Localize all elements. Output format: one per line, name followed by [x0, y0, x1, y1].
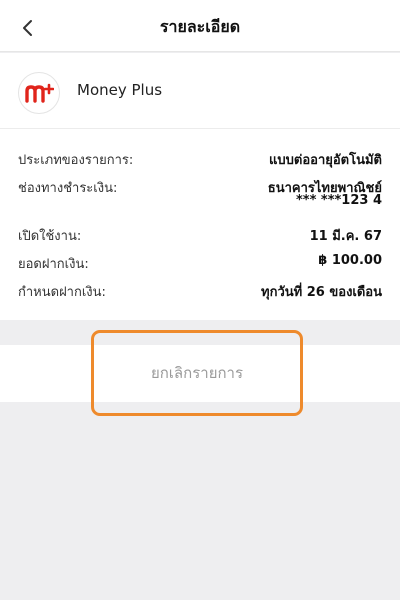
detail-card: Money Plus ประเภทของรายการ: แบบต่ออายุอั…	[0, 53, 400, 320]
type-value: แบบต่ออายุอัตโนมัติ	[269, 153, 382, 168]
type-label: ประเภทของรายการ:	[18, 153, 134, 168]
provider-name: Money Plus	[77, 81, 163, 99]
cancel-transaction-button[interactable]: ยกเลิกรายการ	[97, 337, 297, 409]
channel-account: *** ***123 4	[295, 193, 382, 208]
provider-row: Money Plus	[0, 53, 400, 129]
schedule-value: ทุกวันที่ 26 ของเดือน	[261, 285, 382, 300]
page-title: รายละเอียด	[159, 17, 241, 36]
channel-label: ช่องทางชำระเงิน:	[18, 181, 118, 196]
amount-value: ฿ 100.00	[318, 253, 382, 268]
money-plus-logo	[18, 72, 60, 114]
activated-label: เปิดใช้งาน:	[18, 229, 82, 244]
amount-label: ยอดฝากเงิน:	[18, 257, 89, 272]
schedule-label: กำหนดฝากเงิน:	[18, 285, 106, 300]
activated-value: 11 มี.ค. 67	[309, 229, 382, 244]
top-bar: รายละเอียด	[0, 0, 400, 52]
